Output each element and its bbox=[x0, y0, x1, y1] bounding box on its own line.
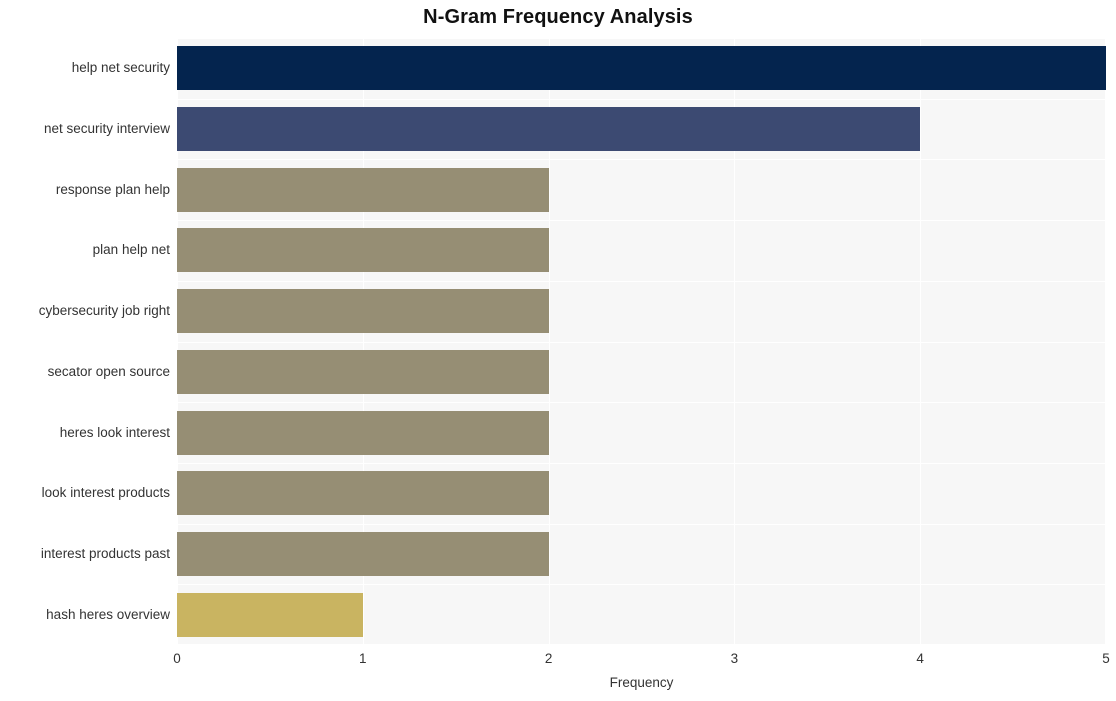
bar bbox=[177, 593, 363, 637]
y-axis-tick-label: response plan help bbox=[55, 182, 170, 197]
chart-title: N-Gram Frequency Analysis bbox=[423, 6, 693, 28]
gridline-horizontal bbox=[177, 584, 1106, 585]
y-axis-tick-label: hash heres overview bbox=[46, 607, 170, 622]
bar bbox=[177, 471, 549, 515]
y-axis-tick-label: interest products past bbox=[40, 546, 170, 561]
y-axis-tick-label: plan help net bbox=[92, 242, 170, 257]
gridline-horizontal bbox=[177, 159, 1106, 160]
bar bbox=[177, 46, 1106, 90]
gridline-horizontal bbox=[177, 524, 1106, 525]
gridline-horizontal bbox=[177, 463, 1106, 464]
bar bbox=[177, 411, 549, 455]
y-axis-tick-label: heres look interest bbox=[59, 425, 170, 440]
bar bbox=[177, 168, 549, 212]
bar bbox=[177, 350, 549, 394]
gridline-horizontal bbox=[177, 281, 1106, 282]
x-axis-tick-label: 5 bbox=[1102, 651, 1110, 666]
bar bbox=[177, 289, 549, 333]
x-axis-tick-label: 3 bbox=[730, 651, 739, 666]
bar bbox=[177, 228, 549, 272]
y-axis-tick-label: look interest products bbox=[41, 485, 170, 500]
y-axis-tick-label: net security interview bbox=[43, 121, 170, 136]
gridline-horizontal bbox=[177, 220, 1106, 221]
gridline-horizontal bbox=[177, 38, 1106, 39]
y-axis-tick-labels: help net security net security interview r… bbox=[0, 38, 170, 645]
y-axis-tick-label: secator open source bbox=[47, 364, 170, 379]
x-axis-tick-label: 4 bbox=[916, 651, 924, 666]
gridline-horizontal bbox=[177, 644, 1106, 645]
x-axis-tick-label: 2 bbox=[544, 651, 553, 666]
x-axis-tick-label: 0 bbox=[173, 651, 181, 666]
plot-area bbox=[177, 38, 1106, 645]
y-axis-tick-label: help net security bbox=[71, 60, 170, 75]
gridline-horizontal bbox=[177, 99, 1106, 100]
ngram-frequency-bar-chart: N-Gram Frequency Analysis help net secur… bbox=[0, 0, 1116, 701]
x-axis-tick-labels: 0 1 2 3 4 5 bbox=[0, 650, 1116, 672]
bar bbox=[177, 532, 549, 576]
bar bbox=[177, 107, 920, 151]
x-axis-tick-label: 1 bbox=[359, 651, 367, 666]
gridline-horizontal bbox=[177, 402, 1106, 403]
x-axis-title: Frequency bbox=[609, 675, 674, 690]
y-axis-tick-label: cybersecurity job right bbox=[38, 303, 170, 318]
gridline-horizontal bbox=[177, 342, 1106, 343]
